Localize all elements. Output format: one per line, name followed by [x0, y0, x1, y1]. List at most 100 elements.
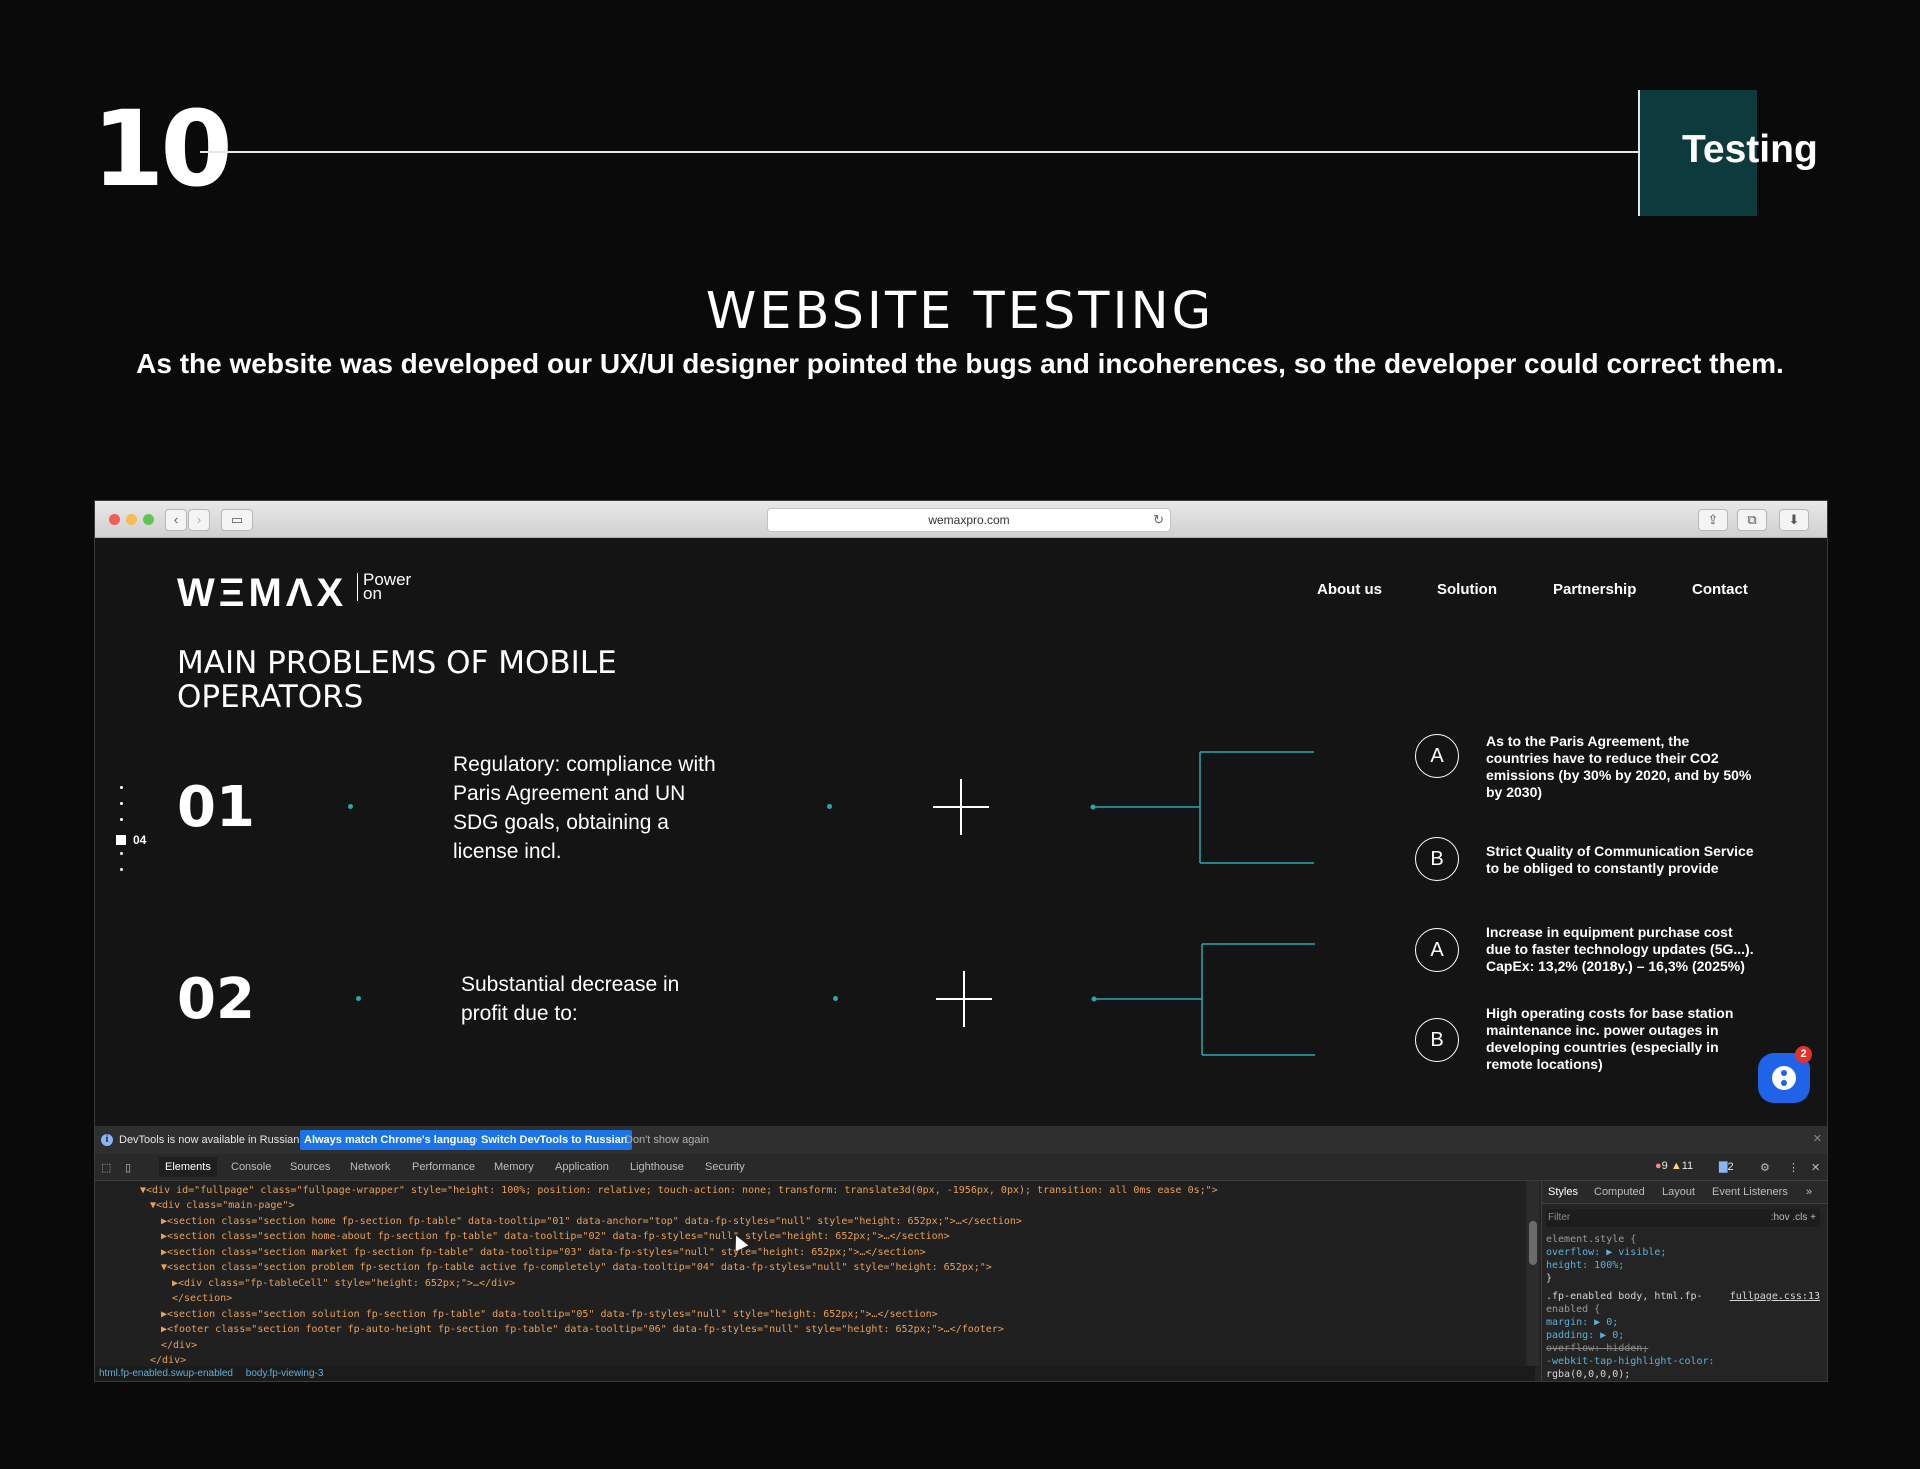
expand-plus-icon[interactable] [936, 971, 992, 1027]
more-tabs-icon[interactable]: » [1806, 1186, 1812, 1199]
tab-layout[interactable]: Layout [1662, 1186, 1695, 1199]
minimize-window-button[interactable] [126, 514, 137, 525]
breadcrumb-html[interactable]: html.fp-enabled.swup-enabled [99, 1368, 233, 1379]
tab-event-listeners[interactable]: Event Listeners [1712, 1186, 1788, 1199]
css-rule-line[interactable]: rgba(0,0,0,0); [1546, 1368, 1630, 1381]
dom-node[interactable]: ▶<section class="section home fp-section… [161, 1214, 1022, 1230]
tab-elements[interactable]: Elements [159, 1157, 217, 1177]
dont-show-again-link[interactable]: Don't show again [625, 1134, 709, 1146]
maximize-window-button[interactable] [143, 514, 154, 525]
site-section-heading: MAIN PROBLEMS OF MOBILE OPERATORS [177, 646, 617, 714]
back-icon[interactable]: ‹ [165, 509, 187, 531]
css-rule-line[interactable]: height: 100%; [1546, 1259, 1624, 1272]
logo-tagline: Power on [357, 571, 411, 602]
switch-language-button[interactable]: Switch DevTools to Russian [477, 1130, 632, 1150]
site-heading-line2: OPERATORS [177, 679, 364, 715]
tab-console[interactable]: Console [231, 1161, 271, 1173]
problem-text: Regulatory: compliance with Paris Agreem… [453, 753, 716, 863]
nav-solution[interactable]: Solution [1437, 581, 1497, 598]
share-icon[interactable]: ⇪ [1698, 509, 1728, 531]
css-rule-line-overridden[interactable]: overflow: hidden; [1546, 1342, 1648, 1355]
pager-dot[interactable] [120, 786, 123, 789]
dom-node[interactable]: ▼<div id="fullpage" class="fullpage-wrap… [140, 1183, 1218, 1199]
css-source-link[interactable]: fullpage.css:13 [1730, 1290, 1820, 1303]
connector-dot [356, 996, 361, 1001]
tab-sources[interactable]: Sources [290, 1161, 330, 1173]
elements-dom-tree[interactable]: ▼<div id="fullpage" class="fullpage-wrap… [95, 1181, 1525, 1366]
dom-node[interactable]: ▶<footer class="section footer fp-auto-h… [161, 1322, 1004, 1338]
tab-application[interactable]: Application [555, 1161, 609, 1173]
css-rule-line[interactable]: margin: ▶ 0; [1546, 1316, 1618, 1329]
device-toolbar-icon[interactable]: ▯ [125, 1161, 131, 1174]
nav-contact[interactable]: Contact [1692, 581, 1748, 598]
tab-performance[interactable]: Performance [412, 1161, 475, 1173]
tab-styles[interactable]: Styles [1548, 1186, 1578, 1199]
url-bar[interactable]: wemaxpro.com ↻ [767, 508, 1171, 532]
breadcrumb-body[interactable]: body.fp-viewing-3 [246, 1368, 324, 1379]
css-rule-line: .fp-enabled body, html.fp- [1546, 1291, 1703, 1302]
match-language-button[interactable]: Always match Chrome's language [300, 1130, 487, 1150]
url-text: wemaxpro.com [928, 513, 1010, 527]
close-window-button[interactable] [109, 514, 120, 525]
close-devtools-icon[interactable]: ✕ [1811, 1161, 1820, 1174]
dom-node[interactable]: ▼<section class="section problem fp-sect… [161, 1260, 992, 1276]
slide-number: 10 [92, 88, 233, 210]
reload-icon[interactable]: ↻ [1153, 509, 1164, 531]
pager-dot[interactable] [120, 852, 123, 855]
nav-partnership[interactable]: Partnership [1553, 581, 1636, 598]
warning-count: 11 [1681, 1160, 1694, 1172]
expand-plus-icon[interactable] [933, 779, 989, 835]
pager-dot[interactable] [120, 802, 123, 805]
browser-window: ‹ › ▭ wemaxpro.com ↻ ⇪ ⧉ ⬇ WΞMΛX Power o… [94, 500, 1828, 1382]
devtools-info-text: DevTools is now available in Russian! [119, 1134, 303, 1146]
dom-node[interactable]: ▶<section class="section solution fp-sec… [161, 1307, 938, 1323]
pager-dot[interactable] [120, 868, 123, 871]
problem-text: Substantial decrease in profit due to: [461, 973, 680, 1025]
dom-breadcrumb: html.fp-enabled.swup-enabled body.fp-vie… [95, 1366, 1535, 1381]
dom-node[interactable]: </div> [161, 1338, 197, 1354]
css-rule-line: element.style { [1546, 1234, 1637, 1245]
warning-icon: ▲ [1670, 1160, 1682, 1172]
tab-computed[interactable]: Computed [1594, 1186, 1645, 1199]
dom-node[interactable]: </div> [150, 1353, 186, 1366]
dom-node[interactable]: ▶<section class="section home-about fp-s… [161, 1229, 950, 1245]
pager-active-dot[interactable] [116, 835, 126, 845]
chat-notification-badge: 2 [1795, 1046, 1812, 1063]
dom-node[interactable]: ▶<div class="fp-tableCell" style="height… [172, 1276, 515, 1292]
css-rule-line: } [1546, 1273, 1553, 1284]
point-text: High operating costs for base station ma… [1486, 1005, 1734, 1072]
devtools-tab-bar: ⬚ ▯ Elements Console Sources Network Per… [95, 1154, 1827, 1181]
sidebar-toggle-icon[interactable]: ▭ [221, 509, 253, 531]
website-viewport: WΞMΛX Power on About us Solution Partner… [95, 538, 1827, 1126]
site-heading-line1: MAIN PROBLEMS OF MOBILE [177, 645, 617, 681]
css-rule-line[interactable]: -webkit-tap-highlight-color: [1546, 1355, 1715, 1368]
error-count-badge[interactable]: ●9 ▲11 [1655, 1160, 1693, 1172]
css-rule-line[interactable]: overflow: ▶ visible; [1546, 1246, 1666, 1259]
close-icon[interactable]: ✕ [1813, 1132, 1822, 1145]
section-tag-label: Testing [1682, 128, 1818, 171]
css-rule-line[interactable]: padding: ▶ 0; [1546, 1329, 1624, 1342]
forward-icon[interactable]: › [188, 509, 210, 531]
more-options-icon[interactable]: ⋮ [1788, 1161, 1799, 1174]
tab-memory[interactable]: Memory [494, 1161, 534, 1173]
devtools-panel: i DevTools is now available in Russian! … [95, 1126, 1827, 1381]
tabs-overview-icon[interactable]: ⧉ [1737, 509, 1767, 531]
tab-network[interactable]: Network [350, 1161, 390, 1173]
dom-node[interactable]: ▶<section class="section market fp-secti… [161, 1245, 926, 1261]
tab-security[interactable]: Security [705, 1161, 745, 1173]
elements-scrollbar[interactable] [1527, 1181, 1539, 1366]
dom-node[interactable]: </section> [172, 1291, 232, 1307]
downloads-icon[interactable]: ⬇ [1779, 509, 1809, 531]
nav-about-us[interactable]: About us [1317, 581, 1382, 598]
pager-dot[interactable] [120, 818, 123, 821]
settings-gear-icon[interactable]: ⚙ [1760, 1161, 1770, 1174]
dom-node[interactable]: ▼<div class="main-page"> [150, 1198, 295, 1214]
slide-title: WEBSITE TESTING [705, 282, 1215, 342]
connector-dot [827, 804, 832, 809]
inspect-element-icon[interactable]: ⬚ [101, 1161, 111, 1174]
scrollbar-thumb[interactable] [1529, 1221, 1537, 1265]
styles-filter-tools[interactable]: :hov .cls + [1771, 1209, 1816, 1227]
tab-lighthouse[interactable]: Lighthouse [630, 1161, 684, 1173]
site-logo[interactable]: WΞMΛX [177, 571, 347, 616]
messages-badge[interactable]: ▇2 [1719, 1160, 1734, 1173]
